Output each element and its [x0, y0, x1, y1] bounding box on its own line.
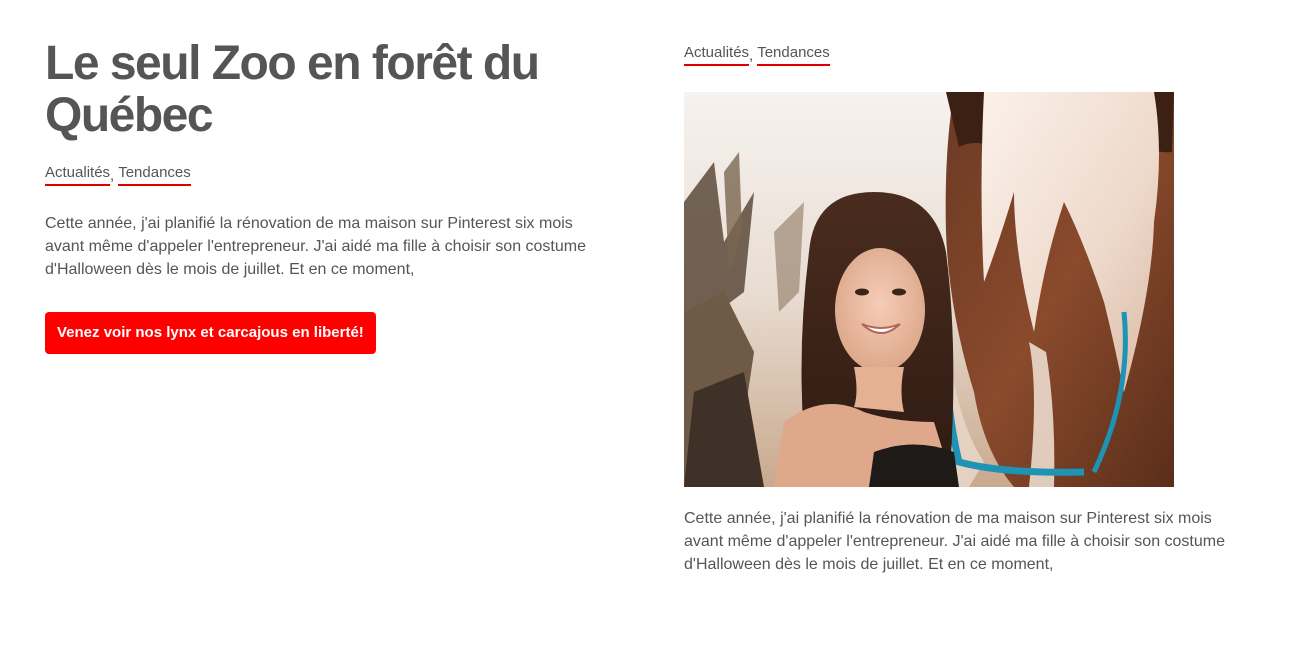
feature-article: Le seul Zoo en forêt du Québec Actualité…	[45, 38, 615, 354]
post-categories: Actualités , Tendances	[684, 43, 1264, 66]
category-link-actualites[interactable]: Actualités	[45, 163, 111, 186]
post-card: Actualités , Tendances Cette année, j'ai…	[684, 38, 1264, 576]
category-link-tendances[interactable]: Tendances	[118, 163, 191, 186]
feature-title: Le seul Zoo en forêt du Québec	[45, 37, 540, 142]
photo-girl-with-horse-icon	[684, 92, 1174, 487]
category-separator: ,	[749, 47, 754, 64]
cta-button[interactable]: Venez voir nos lynx et carcajous en libe…	[45, 312, 376, 354]
category-link-tendances[interactable]: Tendances	[757, 43, 830, 66]
feature-excerpt: Cette année, j'ai planifié la rénovation…	[45, 215, 586, 278]
category-link-actualites[interactable]: Actualités	[684, 43, 750, 66]
category-separator: ,	[110, 167, 115, 184]
feature-categories: Actualités , Tendances	[45, 163, 615, 186]
post-excerpt: Cette année, j'ai planifié la rénovation…	[684, 510, 1225, 573]
post-image[interactable]	[684, 92, 1174, 487]
